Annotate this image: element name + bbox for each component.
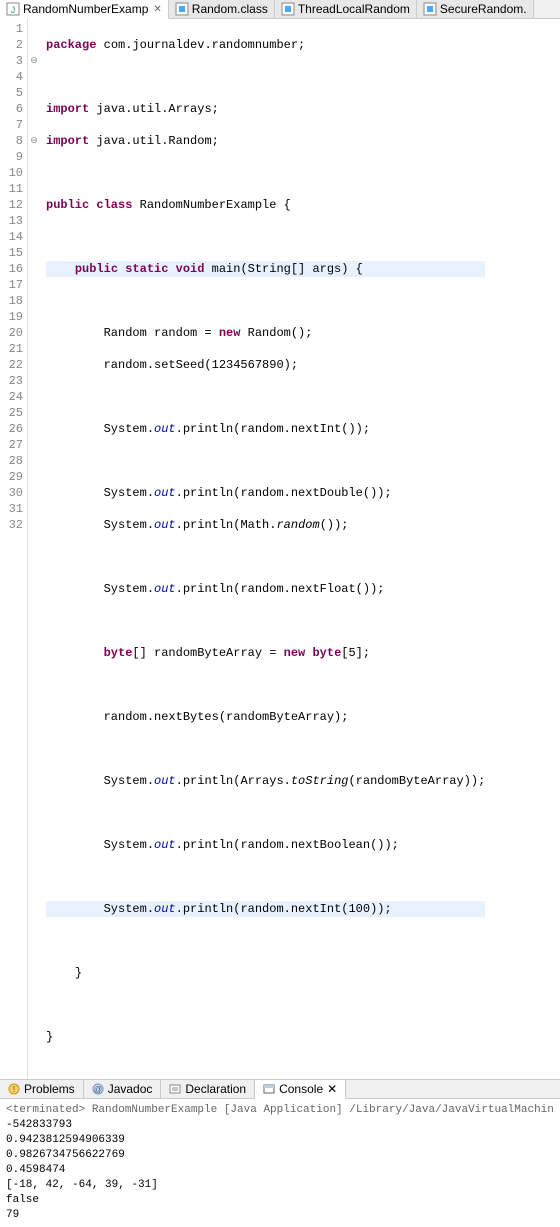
code-area[interactable]: package com.journaldev.randomnumber; imp… <box>40 19 485 1079</box>
svg-text:@: @ <box>94 1085 102 1094</box>
console-view[interactable]: <terminated> RandomNumberExample [Java A… <box>0 1099 560 1227</box>
tab-label: ThreadLocalRandom <box>298 2 410 16</box>
tab-label: Declaration <box>185 1082 246 1096</box>
javadoc-icon: @ <box>92 1083 104 1095</box>
fold-toggle-icon[interactable]: ⊖ <box>28 133 40 149</box>
close-icon[interactable]: ✕ <box>153 4 161 15</box>
tab-thread-local-random[interactable]: ThreadLocalRandom <box>275 0 417 18</box>
line-numbers: 1234567891011121314151617181920212223242… <box>0 19 28 1079</box>
editor-tabs: J RandomNumberExamp ✕ Random.class Threa… <box>0 0 560 19</box>
console-header: <terminated> RandomNumberExample [Java A… <box>6 1103 554 1118</box>
console-output: -542833793 0.9423812594906339 0.98267347… <box>6 1118 554 1223</box>
code-editor[interactable]: 1234567891011121314151617181920212223242… <box>0 19 560 1079</box>
java-file-icon: J <box>6 2 20 16</box>
svg-text:!: ! <box>13 1085 15 1094</box>
console-icon <box>263 1083 275 1095</box>
tab-label: RandomNumberExamp <box>23 2 148 16</box>
tab-problems[interactable]: ! Problems <box>0 1080 84 1098</box>
class-file-icon <box>281 2 295 16</box>
tab-random-number-example[interactable]: J RandomNumberExamp ✕ <box>0 0 169 19</box>
class-file-icon <box>423 2 437 16</box>
declaration-icon <box>169 1083 181 1095</box>
tab-console[interactable]: Console ✕ <box>255 1080 346 1099</box>
tab-label: Javadoc <box>108 1082 153 1096</box>
class-file-icon <box>175 2 189 16</box>
tab-label: SecureRandom. <box>440 2 527 16</box>
fold-toggle-icon[interactable]: ⊖ <box>28 53 40 69</box>
bottom-tabs: ! Problems @ Javadoc Declaration Console… <box>0 1079 560 1099</box>
tab-javadoc[interactable]: @ Javadoc <box>84 1080 162 1098</box>
close-icon[interactable]: ✕ <box>327 1082 337 1096</box>
tab-label: Console <box>279 1082 323 1096</box>
tab-label: Random.class <box>192 2 268 16</box>
svg-text:J: J <box>11 5 16 15</box>
tab-declaration[interactable]: Declaration <box>161 1080 255 1098</box>
tab-label: Problems <box>24 1082 75 1096</box>
tab-random-class[interactable]: Random.class <box>169 0 275 18</box>
fold-gutter: ⊖⊖ <box>28 19 40 1079</box>
tab-secure-random[interactable]: SecureRandom. <box>417 0 534 18</box>
problems-icon: ! <box>8 1083 20 1095</box>
